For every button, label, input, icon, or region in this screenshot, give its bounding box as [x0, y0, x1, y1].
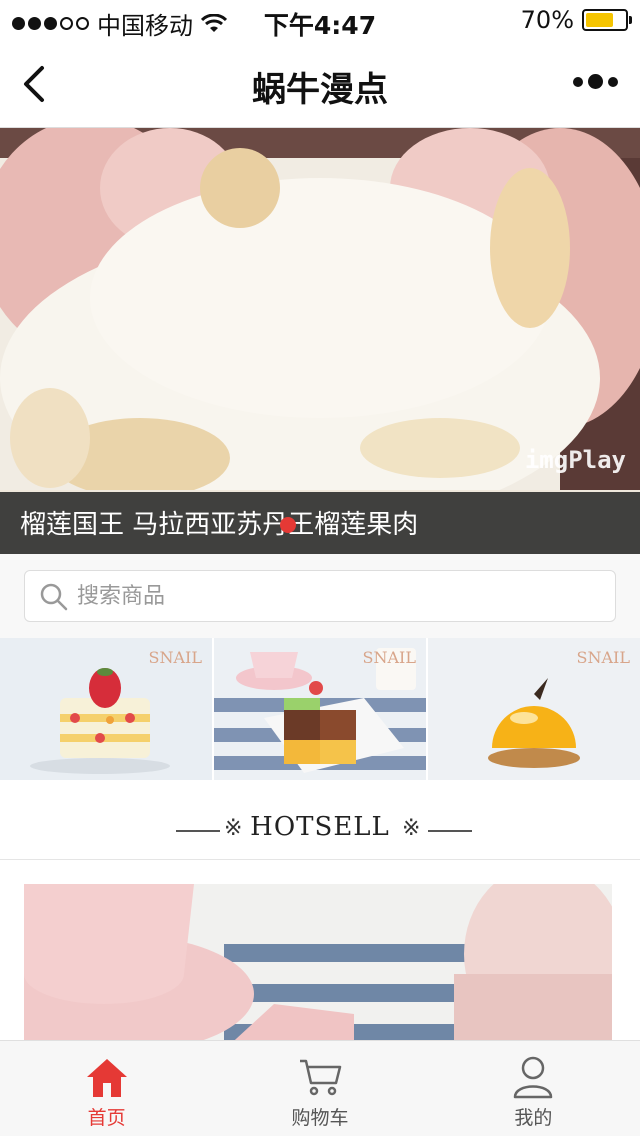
battery-level: [586, 13, 613, 27]
tab-profile[interactable]: 我的: [427, 1041, 640, 1136]
tab-profile-label: 我的: [514, 1107, 553, 1129]
carousel-indicator-dot[interactable]: [280, 517, 296, 533]
search-input[interactable]: [77, 579, 597, 613]
bottom-tab-bar: 首页 购物车 我的: [0, 1040, 640, 1136]
snail-logo: SNAIL: [362, 648, 416, 667]
hotsell-product: [0, 860, 640, 1050]
search-icon: [40, 583, 68, 611]
banner-caption-bar: 榴莲国王 马拉西亚苏丹王榴莲果肉: [0, 492, 640, 554]
decorative-mark: ※: [402, 816, 421, 841]
status-right: 70%: [520, 6, 632, 34]
banner-caption: 榴莲国王 马拉西亚苏丹王榴莲果肉: [20, 510, 419, 540]
hotsell-title: HOTSELL: [250, 812, 390, 842]
banner-watermark: imgPlay: [524, 446, 626, 474]
category-tile-strawberry-cake[interactable]: SNAIL: [0, 638, 212, 780]
battery-percent: 70%: [520, 6, 574, 34]
page-title: 蜗牛漫点: [252, 70, 388, 110]
category-tiles: SNAIL SNAIL SNAIL: [0, 638, 640, 780]
tab-cart[interactable]: 购物车: [213, 1041, 426, 1136]
tab-home-label: 首页: [87, 1107, 126, 1129]
status-bar: 中国移动 下午4:47 70%: [0, 0, 640, 40]
search-box[interactable]: [24, 570, 616, 622]
divider-line: [428, 830, 472, 832]
tab-home[interactable]: 首页: [0, 1041, 213, 1136]
tea-cup-product-image: [24, 884, 612, 1050]
product-image[interactable]: [24, 884, 612, 1050]
nav-bar: 蜗牛漫点: [0, 40, 640, 128]
battery-icon: [582, 9, 632, 31]
cart-icon: [299, 1059, 342, 1096]
snail-logo: SNAIL: [148, 648, 202, 667]
hotsell-header: ※ HOTSELL ※: [0, 780, 640, 860]
banner-image: [0, 128, 640, 490]
banner-carousel[interactable]: imgPlay 榴莲国王 马拉西亚苏丹王榴莲果肉: [0, 128, 640, 554]
search-area: [0, 554, 640, 638]
more-options-icon[interactable]: [573, 74, 618, 89]
category-tile-mango-mousse[interactable]: SNAIL: [428, 638, 640, 780]
tab-cart-label: 购物车: [291, 1107, 349, 1129]
category-tile-tea-set[interactable]: SNAIL: [214, 638, 426, 780]
user-icon: [514, 1056, 553, 1099]
snail-logo: SNAIL: [576, 648, 630, 667]
home-icon: [86, 1059, 127, 1097]
